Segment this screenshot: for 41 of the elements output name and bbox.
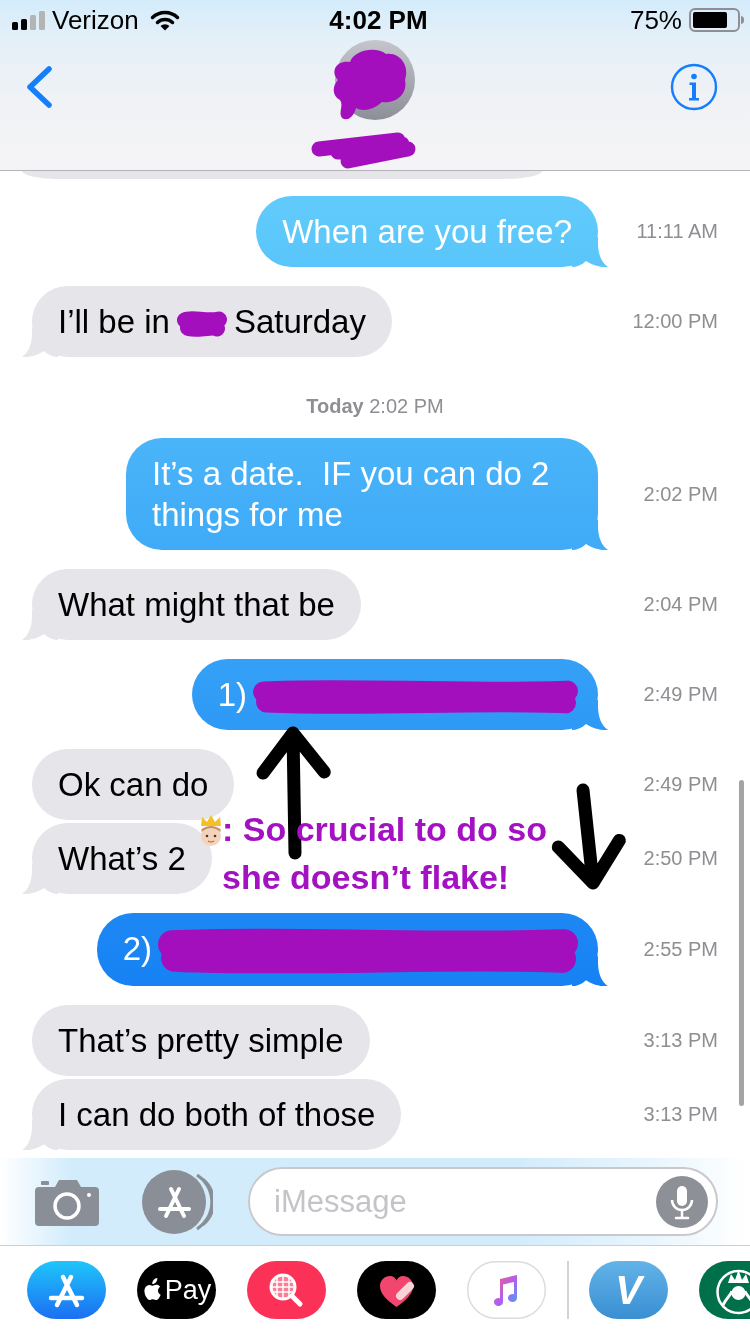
message-text: Saturday [233,302,366,342]
signal-icon [12,10,46,30]
redacted-avatar[interactable] [333,40,415,120]
apps-icon[interactable] [141,1168,213,1235]
camera-icon[interactable] [35,1177,99,1226]
music-note-icon[interactable] [467,1261,546,1319]
message-field[interactable]: iMessage [248,1167,718,1236]
microphone-icon[interactable] [656,1176,708,1228]
logo-icon[interactable] [699,1261,750,1319]
message-text: What’s 2 [58,839,186,879]
message-text: 1) [217,675,247,715]
message-text: It’s a date. IF you can do 2 things for me [152,454,551,535]
wifi-icon [149,9,180,31]
message-time: 3:13 PM [642,1029,718,1053]
message-time: 2:50 PM [642,847,718,870]
message-text: What might that be [58,585,335,625]
message-time: 2:02 PM [642,482,718,506]
message-time: 2:49 PM [642,773,718,796]
carrier-name: Verizon [52,4,139,36]
info-icon[interactable] [670,63,718,111]
battery-icon [689,8,745,32]
message-text: I’ll be in [58,302,170,342]
message-time: 11:11 AM [635,220,718,243]
message-text: Ok can do [58,765,209,805]
message-time: 12:00 PM [631,310,718,333]
apps-icon[interactable] [27,1261,106,1319]
prince-emoji-icon [198,815,224,847]
message-time: 2:55 PM [642,938,718,962]
message-text: When are you free? [282,212,572,252]
globe-search-icon[interactable] [247,1261,326,1319]
pay-button[interactable]: Pay [137,1261,216,1319]
message-time: 3:13 PM [642,1103,718,1127]
message-text: I can do both of those [58,1095,376,1136]
back-icon[interactable] [25,66,53,108]
status-time: 4:02 PM [329,4,428,36]
message-text: 2) [122,929,152,969]
battery-percent: 75% [629,4,682,36]
date-divider: Today 2:02 PM [306,394,444,419]
message-time: 2:49 PM [642,683,718,706]
message-time: 2:04 PM [642,593,718,616]
message-text: That’s pretty simple [58,1021,344,1062]
